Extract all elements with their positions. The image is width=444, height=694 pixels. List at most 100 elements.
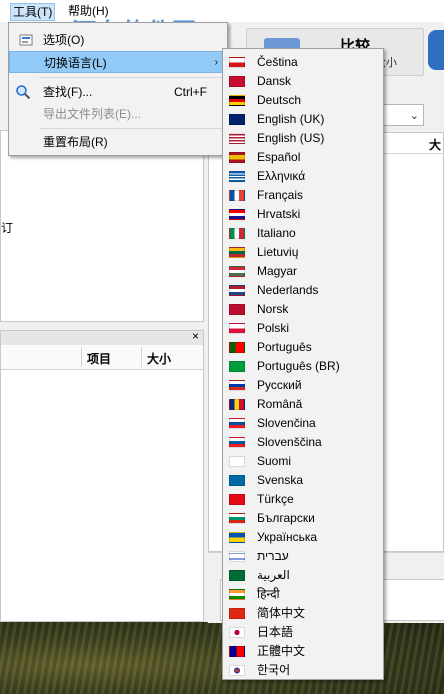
flag-fi-icon	[229, 456, 245, 467]
menu-item-reset-layout[interactable]: 重置布局(R)	[9, 131, 227, 153]
chevron-right-icon: ›	[214, 57, 218, 68]
flag-no-icon	[229, 304, 245, 315]
language-item-fr[interactable]: Français	[223, 186, 383, 205]
close-icon[interactable]: ×	[192, 329, 199, 343]
flag-de-icon	[229, 95, 245, 106]
flag-lt-icon	[229, 247, 245, 258]
language-label: Українська	[257, 530, 318, 544]
language-label: हिन्दी	[257, 587, 280, 601]
column-header-size[interactable]: 大小	[147, 350, 171, 367]
flag-jp-icon	[229, 627, 245, 638]
language-item-sa[interactable]: العربية	[223, 566, 383, 585]
language-item-no[interactable]: Norsk	[223, 300, 383, 319]
language-label: Slovenščina	[257, 435, 322, 449]
language-item-cn[interactable]: 简体中文	[223, 604, 383, 623]
flag-nl-icon	[229, 285, 245, 296]
language-label: English (UK)	[257, 112, 325, 126]
right-pane-column-header[interactable]: 大	[429, 136, 441, 153]
menu-tools[interactable]: 工具(T)	[10, 3, 56, 21]
settings-icon[interactable]	[428, 30, 444, 70]
flag-tw-icon	[229, 646, 245, 657]
column-header-items[interactable]: 项目	[87, 350, 111, 367]
flag-se-icon	[229, 475, 245, 486]
language-item-pt[interactable]: Português	[223, 338, 383, 357]
language-item-tw[interactable]: 正體中文	[223, 642, 383, 661]
language-item-gr[interactable]: Ελληνικά	[223, 167, 383, 186]
language-item-gb[interactable]: English (UK)	[223, 110, 383, 129]
language-item-il[interactable]: עברית	[223, 547, 383, 566]
column-divider[interactable]	[141, 347, 142, 367]
language-label: Русский	[257, 378, 302, 392]
menu-item-export-file-list[interactable]: 导出文件列表(E)...	[9, 103, 227, 125]
language-item-lt[interactable]: Lietuvių	[223, 243, 383, 262]
flag-gr-icon	[229, 171, 245, 182]
left-folder-pane[interactable]: 订	[0, 130, 204, 322]
language-item-tr[interactable]: Türkçe	[223, 490, 383, 509]
tools-dropdown-menu: 选项(O) 切换语言(L) › 查找(F)... Ctrl+F 导出文件列表(E…	[8, 22, 228, 156]
language-item-si[interactable]: Slovenščina	[223, 433, 383, 452]
flag-es-icon	[229, 152, 245, 163]
chevron-down-icon[interactable]: ⌄	[410, 109, 419, 122]
menu-item-switch-language[interactable]: 切换语言(L) ›	[9, 51, 227, 73]
language-item-ua[interactable]: Українська	[223, 528, 383, 547]
flag-fr-icon	[229, 190, 245, 201]
language-item-hu[interactable]: Magyar	[223, 262, 383, 281]
language-item-cz[interactable]: Čeština	[223, 53, 383, 72]
language-label: Slovenčina	[257, 416, 316, 430]
language-item-it[interactable]: Italiano	[223, 224, 383, 243]
flag-sa-icon	[229, 570, 245, 581]
language-label: Português (BR)	[257, 359, 340, 373]
language-item-se[interactable]: Svenska	[223, 471, 383, 490]
menu-item-find[interactable]: 查找(F)... Ctrl+F	[9, 81, 227, 103]
flag-sk-icon	[229, 418, 245, 429]
language-item-pl[interactable]: Polski	[223, 319, 383, 338]
flag-il-icon	[229, 551, 245, 562]
flag-dk-icon	[229, 76, 245, 87]
flag-ro-icon	[229, 399, 245, 410]
language-item-ru[interactable]: Русский	[223, 376, 383, 395]
language-label: Magyar	[257, 264, 298, 278]
language-label: עברית	[257, 549, 289, 563]
language-item-br[interactable]: Português (BR)	[223, 357, 383, 376]
language-item-nl[interactable]: Nederlands	[223, 281, 383, 300]
language-label: Română	[257, 397, 303, 411]
language-label: Türkçe	[257, 492, 294, 506]
menu-item-options[interactable]: 选项(O)	[9, 29, 227, 51]
language-item-dk[interactable]: Dansk	[223, 72, 383, 91]
flag-it-icon	[229, 228, 245, 239]
flag-kr-icon	[229, 665, 245, 676]
language-item-es[interactable]: Español	[223, 148, 383, 167]
menu-help[interactable]: 帮助(H)	[66, 3, 111, 19]
flag-ru-icon	[229, 380, 245, 391]
language-label: العربية	[257, 568, 290, 582]
flag-si-icon	[229, 437, 245, 448]
flag-us-icon	[229, 133, 245, 144]
language-item-in[interactable]: हिन्दी	[223, 585, 383, 604]
language-item-jp[interactable]: 日本語	[223, 623, 383, 642]
language-item-us[interactable]: English (US)	[223, 129, 383, 148]
flag-cn-icon	[229, 608, 245, 619]
language-item-bg[interactable]: Български	[223, 509, 383, 528]
flag-pt-icon	[229, 342, 245, 353]
search-icon	[16, 85, 31, 100]
language-item-sk[interactable]: Slovenčina	[223, 414, 383, 433]
language-label: Polski	[257, 321, 290, 335]
menu-item-label: 查找(F)...	[43, 85, 93, 99]
column-divider[interactable]	[81, 347, 82, 367]
flag-gb-icon	[229, 114, 245, 125]
language-item-kr[interactable]: 한국어	[223, 661, 383, 680]
menu-bar: 工具(T) 帮助(H)	[0, 0, 444, 23]
language-label: Nederlands	[257, 283, 319, 297]
language-label: 한국어	[257, 663, 291, 677]
flag-br-icon	[229, 361, 245, 372]
language-label: Português	[257, 340, 312, 354]
language-item-fi[interactable]: Suomi	[223, 452, 383, 471]
results-panel-titlebar: ×	[1, 329, 203, 345]
language-item-hr[interactable]: Hrvatski	[223, 205, 383, 224]
language-item-de[interactable]: Deutsch	[223, 91, 383, 110]
language-label: Lietuvių	[257, 245, 299, 259]
language-label: Čeština	[257, 55, 298, 69]
language-item-ro[interactable]: Română	[223, 395, 383, 414]
language-label: Français	[257, 188, 304, 202]
flag-hr-icon	[229, 209, 245, 220]
